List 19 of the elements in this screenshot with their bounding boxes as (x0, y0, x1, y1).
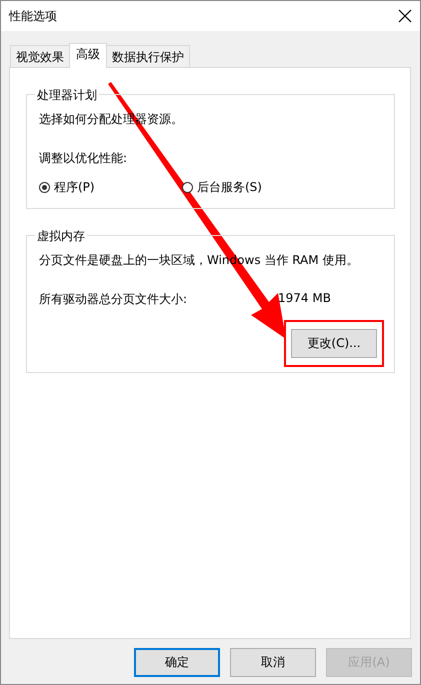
size-label: 所有驱动器总分页文件大小: (39, 291, 188, 308)
dialog-button[interactable]: 取消 (230, 648, 316, 677)
tab[interactable]: 视觉效果 (10, 45, 70, 67)
radio-label: 程序(P) (54, 179, 95, 196)
window-title: 性能选项 (9, 8, 57, 24)
close-icon[interactable] (398, 9, 412, 23)
tab[interactable]: 数据执行保护 (106, 45, 190, 67)
radio-icon[interactable] (182, 182, 193, 193)
prompt-text: 调整以优化性能: (39, 150, 128, 167)
group-title: 虚拟内存 (35, 228, 87, 245)
group-title: 处理器计划 (35, 87, 99, 104)
radio-icon[interactable] (39, 182, 50, 193)
tab[interactable]: 高级 (69, 43, 107, 68)
radio-label: 后台服务(S) (197, 179, 262, 196)
dialog-button[interactable]: 确定 (134, 648, 220, 677)
radio-option[interactable]: 程序(P) (39, 179, 182, 196)
change-button[interactable]: 更改(C)... (291, 329, 377, 358)
size-value: 1974 MB (278, 291, 331, 307)
radio-option[interactable]: 后台服务(S) (182, 179, 325, 196)
